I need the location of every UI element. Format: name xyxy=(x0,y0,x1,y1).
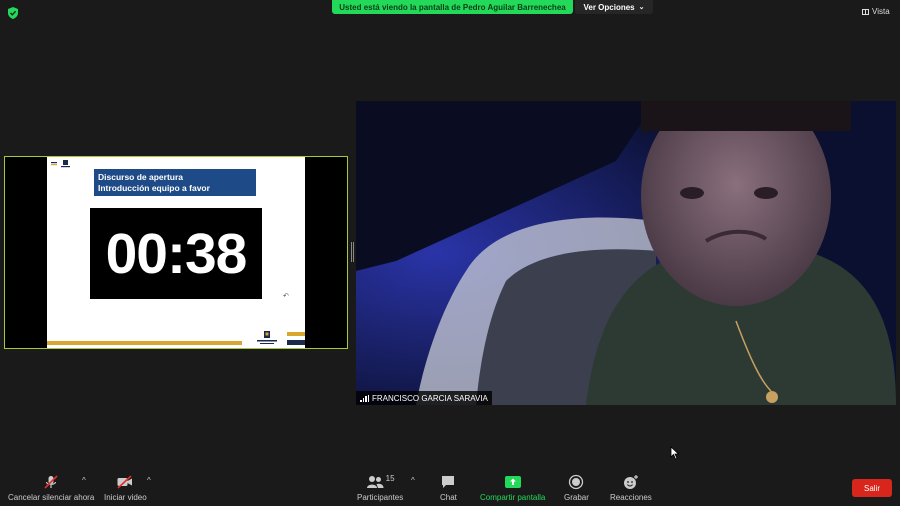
share-screen-label: Compartir pantalla xyxy=(480,493,546,502)
record-button[interactable]: Grabar xyxy=(564,474,589,502)
slide-title-box: Discurso de apertura Introducción equipo… xyxy=(94,169,256,196)
leave-meeting-button[interactable]: Salir xyxy=(852,479,892,497)
chat-bubble-icon xyxy=(442,476,455,488)
start-video-button[interactable]: Iniciar video xyxy=(104,474,147,502)
slide-footer-bar xyxy=(47,341,242,345)
chat-label: Chat xyxy=(440,493,457,502)
view-label: Vista xyxy=(872,7,890,16)
chat-button[interactable]: Chat xyxy=(440,474,457,502)
share-screen-button[interactable]: Compartir pantalla xyxy=(480,474,545,502)
view-options-label: Ver Opciones xyxy=(583,2,635,12)
video-off-icon xyxy=(117,475,133,489)
security-shield-icon[interactable] xyxy=(6,6,20,20)
audio-options-caret-icon[interactable]: ^ xyxy=(82,476,86,485)
muted-microphone-icon xyxy=(44,475,58,489)
participants-options-caret-icon[interactable]: ^ xyxy=(411,476,415,485)
grid-view-icon xyxy=(862,8,869,15)
school-crest-icon xyxy=(257,331,277,344)
participants-count: 15 xyxy=(385,474,395,483)
view-button[interactable]: Vista xyxy=(862,7,890,16)
participant-name-tag: FRANCISCO GARCIA SARAVIA xyxy=(356,391,492,405)
participants-label: Participantes xyxy=(357,493,404,502)
slide-stripes-decoration xyxy=(287,332,305,345)
reactions-label: Reacciones xyxy=(610,493,652,502)
participant-name: FRANCISCO GARCIA SARAVIA xyxy=(372,393,488,403)
record-label: Grabar xyxy=(564,493,589,502)
mute-label: Cancelar silenciar ahora xyxy=(8,493,95,502)
chevron-down-icon: ⌄ xyxy=(638,4,645,11)
participants-icon xyxy=(366,476,384,488)
panel-splitter-handle[interactable] xyxy=(351,242,354,262)
share-screen-icon xyxy=(504,476,521,488)
signal-strength-icon xyxy=(360,394,369,402)
shared-screen-panel[interactable]: Discurso de apertura Introducción equipo… xyxy=(4,156,348,349)
participants-button[interactable]: 15 Participantes xyxy=(357,474,403,502)
countdown-timer: 00:38 xyxy=(90,208,262,299)
smiley-plus-icon xyxy=(623,475,638,489)
slide-pointer-icon: ↶ xyxy=(283,293,289,300)
school-logo-icon xyxy=(51,160,70,168)
reactions-button[interactable]: Reacciones xyxy=(610,474,652,502)
view-options-button[interactable]: Ver Opciones ⌄ xyxy=(575,0,653,14)
presentation-slide: Discurso de apertura Introducción equipo… xyxy=(47,157,305,348)
webcam-image xyxy=(356,101,896,405)
video-options-caret-icon[interactable]: ^ xyxy=(147,476,151,485)
record-icon xyxy=(569,474,584,490)
participant-video[interactable]: FRANCISCO GARCIA SARAVIA xyxy=(356,101,896,405)
slide-title-line1: Discurso de apertura xyxy=(98,172,184,182)
start-video-label: Iniciar video xyxy=(104,493,147,502)
slide-title-line2: Introducción equipo a favor xyxy=(98,183,210,193)
screen-share-banner: Usted está viendo la pantalla de Pedro A… xyxy=(332,0,573,14)
mouse-pointer-icon xyxy=(670,446,680,460)
